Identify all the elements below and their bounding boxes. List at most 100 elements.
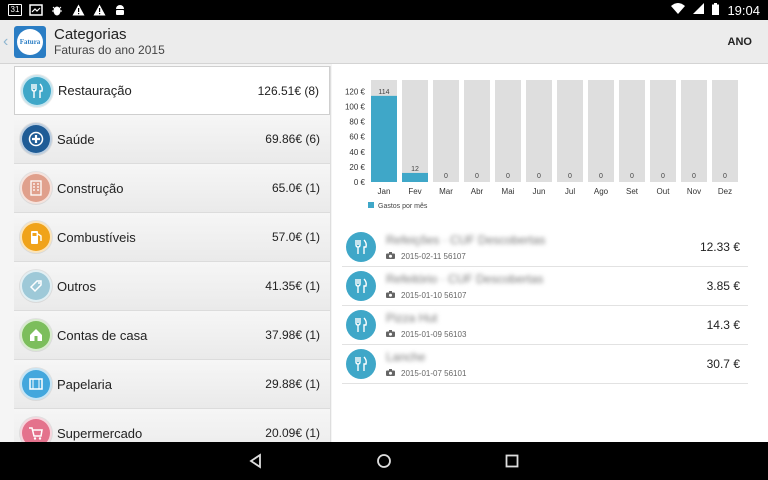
- legend-label: Gastos por mês: [378, 203, 428, 210]
- action-bar: ‹ Fatura Categorias Faturas do ano 2015 …: [0, 20, 768, 64]
- x-tick-label: Set: [626, 187, 639, 196]
- home-circle-icon[interactable]: [374, 451, 394, 471]
- x-tick-label: Abr: [471, 187, 484, 196]
- bug-icon: [50, 4, 64, 16]
- detail-pane: 0 € 20 € 40 € 60 € 80 € 100 € 120 € 114 Jan 12 Fev…: [332, 64, 768, 442]
- house-icon: [20, 319, 52, 351]
- category-name: Saúde: [57, 131, 95, 147]
- x-tick-label: Jan: [378, 187, 391, 196]
- y-tick-label: 100 €: [345, 102, 366, 111]
- cart-icon: [20, 417, 52, 442]
- data-label: 0: [444, 173, 448, 180]
- notification-icons: 31: [8, 4, 127, 16]
- expense-amount: 14.3 €: [706, 318, 740, 332]
- recents-square-icon[interactable]: [502, 451, 522, 471]
- x-tick-label: Mai: [502, 187, 515, 196]
- expense-name: Refeitório · CUF Descobertas: [386, 272, 544, 286]
- camera-icon: [386, 369, 395, 378]
- wifi-icon: [671, 3, 686, 17]
- background-bar: [650, 80, 676, 182]
- category-name: Restauração: [58, 83, 132, 98]
- category-amount: 20.09€ (1): [265, 426, 320, 440]
- y-tick-label: 40 €: [349, 148, 365, 157]
- expense-row[interactable]: Refeições · CUF Descobertas 2015-02-11 56…: [342, 228, 748, 267]
- x-tick-label: Fev: [408, 187, 421, 196]
- category-row[interactable]: Supermercado 20.09€ (1): [14, 409, 330, 442]
- navigation-bar: [0, 442, 768, 480]
- expense-text: Refeições · CUF Descobertas 2015-02-11 56…: [386, 233, 545, 261]
- expense-row[interactable]: Refeitório · CUF Descobertas 2015-01-10 5…: [342, 267, 748, 306]
- content-area: Restauração 126.51€ (8) Saúde 69.86€ (6) Con…: [0, 64, 768, 442]
- x-tick-label: Jul: [565, 187, 575, 196]
- data-label: 0: [692, 173, 696, 180]
- category-amount: 29.88€ (1): [265, 377, 320, 391]
- data-label: 0: [723, 173, 727, 180]
- medical-cross-icon: [20, 123, 52, 155]
- book-icon: [20, 368, 52, 400]
- category-name: Combustíveis: [57, 229, 136, 245]
- y-tick-label: 60 €: [349, 133, 365, 142]
- data-label: 12: [411, 166, 419, 173]
- data-label: 0: [537, 173, 541, 180]
- category-row[interactable]: Restauração 126.51€ (8): [14, 66, 330, 115]
- x-tick-label: Mar: [439, 187, 453, 196]
- app-logo[interactable]: Fatura: [14, 25, 46, 58]
- data-label: 0: [568, 173, 572, 180]
- category-amount: 65.0€ (1): [271, 181, 320, 195]
- y-tick-label: 80 €: [349, 118, 365, 127]
- background-bar: [588, 80, 614, 182]
- background-bar: [712, 80, 738, 182]
- category-row[interactable]: Saúde 69.86€ (6): [14, 115, 330, 164]
- battery-icon: [712, 2, 720, 18]
- expense-amount: 30.7 €: [706, 357, 740, 371]
- message-icon: [29, 4, 43, 16]
- background-bar: [619, 80, 645, 182]
- category-row[interactable]: Outros 41.35€ (1): [14, 262, 330, 311]
- fork-knife-icon: [346, 232, 376, 262]
- fuel-pump-icon: [20, 221, 52, 253]
- expense-meta: 2015-01-07 56101: [386, 369, 466, 378]
- y-tick-label: 0 €: [354, 178, 366, 187]
- x-tick-label: Out: [657, 187, 671, 196]
- category-amount: 126.51€ (8): [257, 83, 319, 98]
- fork-knife-icon: [346, 310, 376, 340]
- clock: 19:04: [727, 2, 760, 18]
- category-row[interactable]: Combustíveis 57.0€ (1): [14, 213, 330, 262]
- category-name: Papelaria: [57, 376, 112, 392]
- system-icons: 19:04: [671, 2, 760, 18]
- year-filter-button[interactable]: ANO: [728, 36, 752, 48]
- fork-knife-icon: [346, 349, 376, 379]
- category-amount: 37.98€ (1): [265, 328, 320, 342]
- app-logo-text: Fatura: [17, 28, 43, 55]
- expense-row[interactable]: Pizza Hut 2015-01-09 56103 14.3 €: [342, 306, 748, 345]
- page-subtitle: Faturas do ano 2015: [54, 42, 165, 57]
- up-chevron-icon[interactable]: ‹: [3, 20, 13, 64]
- expense-name: Refeições · CUF Descobertas: [386, 233, 546, 247]
- expense-text: Pizza Hut 2015-01-09 56103: [386, 311, 466, 339]
- background-bar: [433, 80, 459, 182]
- expense-date-code: 2015-01-09 56103: [401, 330, 467, 339]
- expense-row[interactable]: Lanche 2015-01-07 56101 30.7 €: [342, 345, 748, 384]
- background-bar: [495, 80, 521, 182]
- background-bar: [464, 80, 490, 182]
- x-tick-label: Nov: [687, 187, 701, 196]
- data-label: 0: [661, 173, 665, 180]
- data-label: 0: [599, 173, 603, 180]
- expense-date-code: 2015-02-11 56107: [401, 252, 466, 261]
- page-title: Categorias: [54, 25, 127, 43]
- category-name: Contas de casa: [57, 327, 148, 343]
- category-row[interactable]: Papelaria 29.88€ (1): [14, 360, 330, 409]
- background-bar: [526, 80, 552, 182]
- back-triangle-icon[interactable]: [246, 451, 266, 471]
- calendar-icon: 31: [8, 4, 22, 16]
- y-tick-label: 120 €: [345, 87, 366, 96]
- category-name: Construção: [57, 180, 124, 196]
- category-row[interactable]: Contas de casa 37.98€ (1): [14, 311, 330, 360]
- y-tick-label: 20 €: [349, 163, 365, 172]
- category-amount: 69.86€ (6): [265, 132, 320, 146]
- building-icon: [20, 172, 52, 204]
- data-label: 0: [506, 173, 510, 180]
- x-tick-label: Dez: [718, 187, 732, 196]
- camera-icon: [386, 291, 395, 300]
- category-row[interactable]: Construção 65.0€ (1): [14, 164, 330, 213]
